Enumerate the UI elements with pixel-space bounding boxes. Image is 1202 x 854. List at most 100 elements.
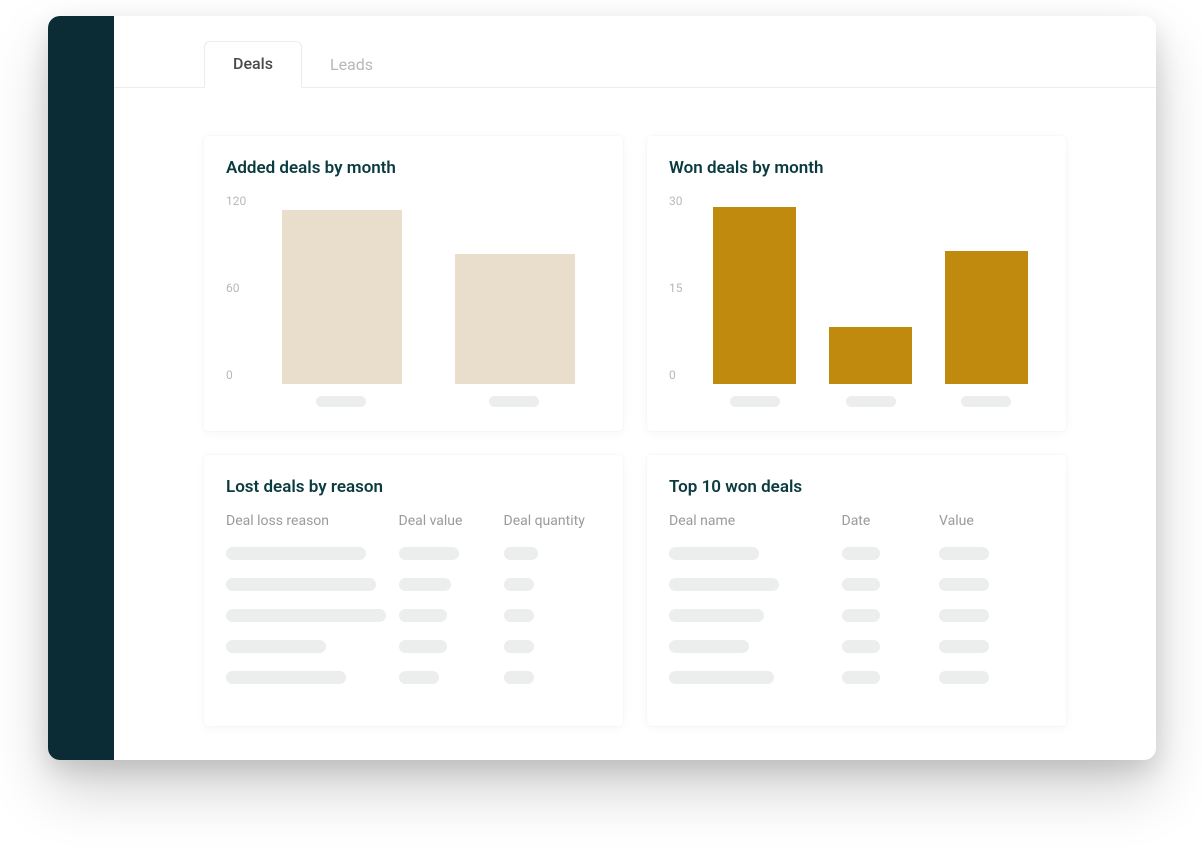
x-labels [669,396,1044,407]
tab-bar: Deals Leads [114,16,1156,88]
table-cell [504,640,602,653]
table-cell [399,671,504,684]
table-row [669,640,1044,653]
table-cell [504,671,602,684]
table-cell [226,609,399,622]
card-title: Won deals by month [669,158,1044,178]
y-axis: 30 15 0 [669,194,697,384]
x-label [428,396,602,407]
placeholder [939,671,989,684]
tab-leads[interactable]: Leads [302,43,401,88]
column-header-reason: Deal loss reason [226,513,399,529]
y-tick: 120 [226,194,246,208]
x-label [254,396,428,407]
table-row [226,671,601,684]
column-header-value: Deal value [399,513,504,529]
table-cell [504,578,602,591]
card-won-deals: Won deals by month 30 15 0 [647,136,1066,431]
placeholder [316,396,366,407]
table-cell [399,547,504,560]
table-body [669,547,1044,684]
dashboard-content: Added deals by month 120 60 0 Won deals … [114,88,1156,756]
bars-area [697,194,1044,384]
table-row [669,547,1044,560]
placeholder [842,547,880,560]
table-cell [939,671,1044,684]
placeholder [226,578,376,591]
table-cell [669,640,842,653]
table-row [669,578,1044,591]
placeholder [842,671,880,684]
table-row [226,547,601,560]
chart-added-deals: 120 60 0 [226,194,601,384]
placeholder [399,640,447,653]
placeholder [504,547,538,560]
table-cell [842,671,940,684]
column-header-date: Date [842,513,940,529]
table-row [226,578,601,591]
bar [713,207,796,384]
main-area: Deals Leads Added deals by month 120 60 … [114,16,1156,760]
table-cell [226,640,399,653]
x-label [813,396,929,407]
placeholder [489,396,539,407]
placeholder [842,609,880,622]
table-cell [504,609,602,622]
table-cell [226,547,399,560]
y-tick: 0 [226,368,233,382]
placeholder [730,396,780,407]
y-tick: 15 [669,281,683,295]
sidebar [48,16,114,760]
placeholder [226,640,326,653]
table-cell [504,547,602,560]
chart-bar [928,251,1044,384]
bar [455,254,575,384]
placeholder [669,547,759,560]
table-row [669,671,1044,684]
placeholder [226,547,366,560]
chart-bar [813,327,929,384]
table-cell [842,578,940,591]
table-cell [939,609,1044,622]
y-tick: 30 [669,194,683,208]
table-row [226,640,601,653]
y-tick: 0 [669,368,676,382]
table-cell [399,578,504,591]
bar [282,210,402,384]
table-cell [226,578,399,591]
chart-won-deals: 30 15 0 [669,194,1044,384]
placeholder [226,671,346,684]
tab-deals[interactable]: Deals [204,41,302,88]
column-header-value: Value [939,513,1044,529]
x-labels [226,396,601,407]
chart-bar [697,207,813,384]
column-header-quantity: Deal quantity [504,513,602,529]
card-title: Lost deals by reason [226,477,601,497]
placeholder [399,609,447,622]
bar [945,251,1028,384]
table-cell [399,640,504,653]
placeholder [504,640,534,653]
placeholder [939,578,989,591]
table-cell [842,609,940,622]
placeholder [226,609,386,622]
chart-bar [429,254,601,384]
card-title: Top 10 won deals [669,477,1044,497]
placeholder [846,396,896,407]
card-top-won-deals: Top 10 won deals Deal name Date Value [647,455,1066,726]
placeholder [961,396,1011,407]
bars-area [256,194,601,384]
card-lost-deals: Lost deals by reason Deal loss reason De… [204,455,623,726]
placeholder [669,671,774,684]
placeholder [842,578,880,591]
y-tick: 60 [226,281,240,295]
app-window: Deals Leads Added deals by month 120 60 … [48,16,1156,760]
table-row [669,609,1044,622]
placeholder [669,609,764,622]
bar [829,327,912,384]
placeholder [669,578,779,591]
table-cell [842,640,940,653]
table-cell [669,609,842,622]
placeholder [939,547,989,560]
x-label [697,396,813,407]
